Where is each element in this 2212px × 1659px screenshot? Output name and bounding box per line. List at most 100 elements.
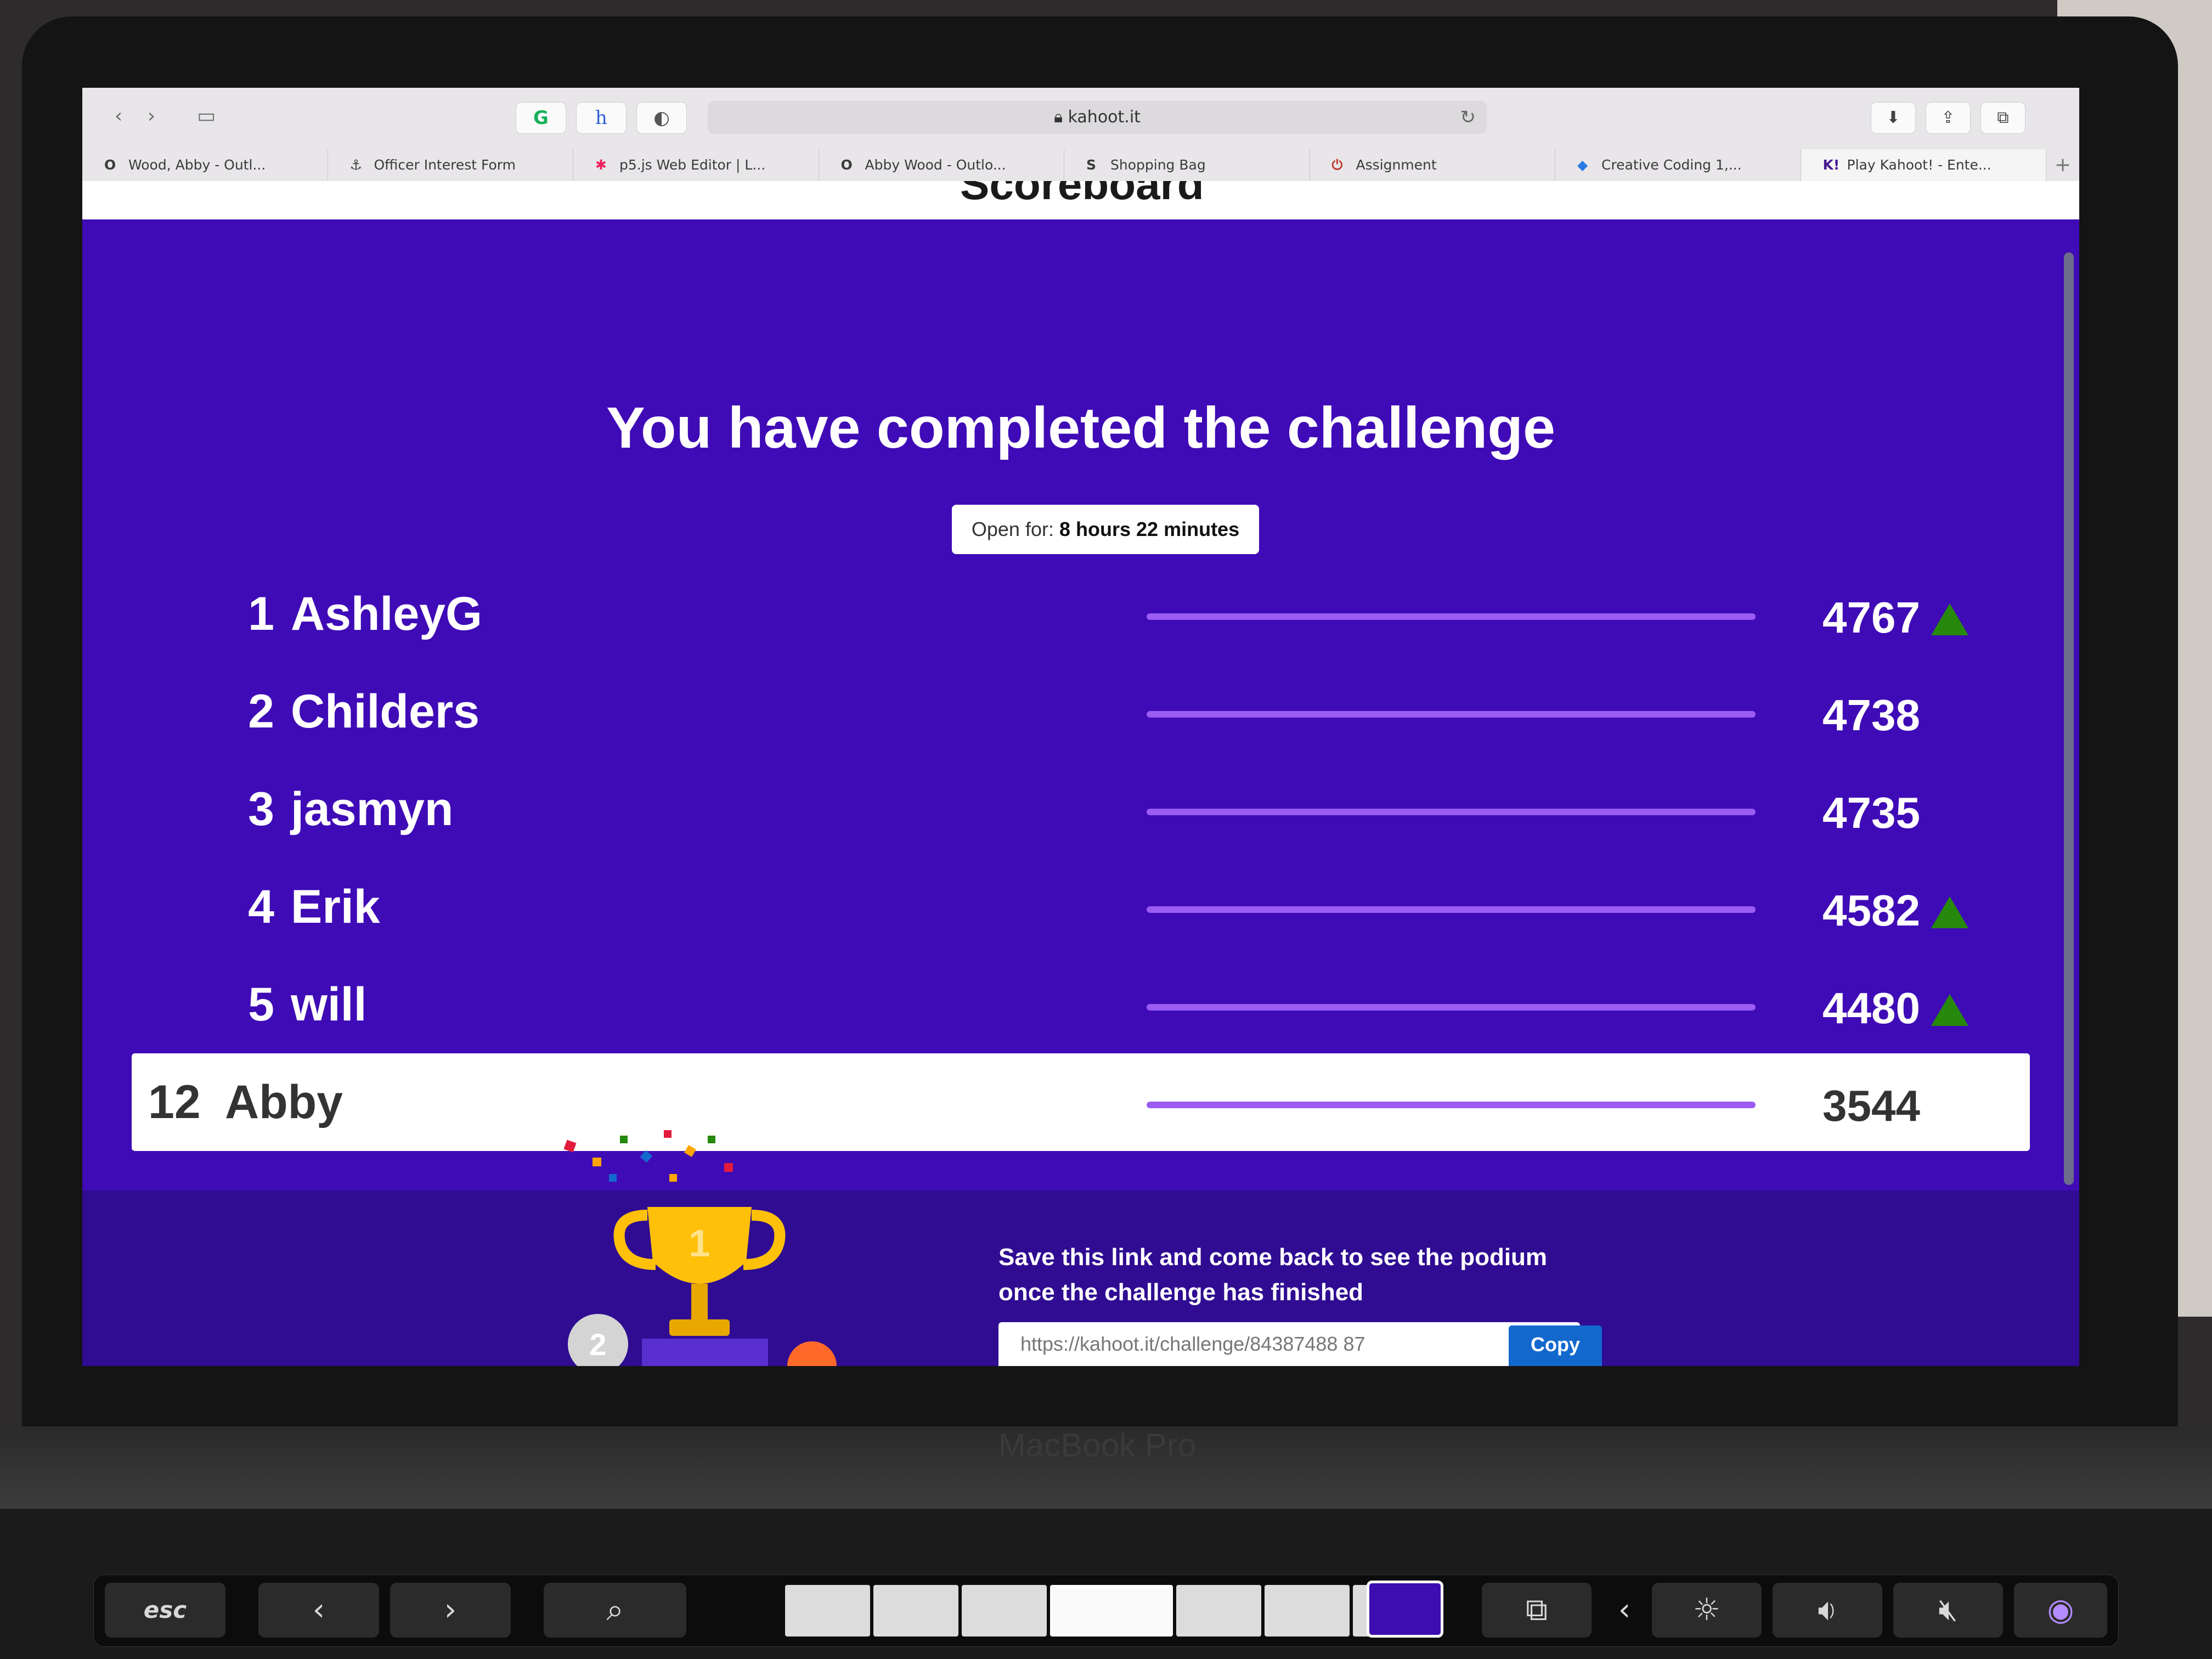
- share-icon[interactable]: ⇪: [1926, 102, 1971, 134]
- medal-number: 2: [589, 1327, 606, 1362]
- tab-label: Creative Coding 1,...: [1601, 157, 1742, 173]
- tab-outlook-2[interactable]: O Abby Wood - Outlo...: [819, 149, 1064, 181]
- score-bar: [1147, 809, 1756, 815]
- outlook-icon: O: [840, 157, 853, 173]
- player-name: will: [291, 978, 367, 1031]
- tab-assignment[interactable]: ⏻ Assignment: [1310, 149, 1555, 181]
- diamond-icon: ◆: [1577, 157, 1588, 173]
- kahoot-icon: K!: [1822, 157, 1840, 173]
- score: 4582: [1822, 886, 1920, 935]
- lock-icon: 🔒︎: [1054, 108, 1063, 127]
- privacy-extension-icon[interactable]: ◐: [636, 102, 687, 134]
- tab-thumbnail[interactable]: [1265, 1585, 1350, 1637]
- player-name: Childers: [291, 685, 480, 738]
- tab-thumbnail[interactable]: [1176, 1585, 1262, 1637]
- sidebar-toggle-icon[interactable]: ▭: [192, 102, 221, 131]
- browser-toolbar: ‹ › ▭ G h ◐ 🔒︎ kahoot.it ↻ ⬇ ⇪ ⧉ O Wood, …: [82, 88, 2079, 182]
- collapse-icon[interactable]: ‹: [1608, 1583, 1641, 1638]
- anchor-icon: ⚓: [349, 157, 362, 173]
- score: 3544: [1822, 1081, 1920, 1130]
- tab-officer-form[interactable]: ⚓ Officer Interest Form: [328, 149, 573, 181]
- trend-up-icon: [1931, 994, 1968, 1026]
- score-bar-fill: [1147, 613, 1756, 620]
- leaderboard-row-current-user: 12 Abby 3544: [132, 1053, 2030, 1151]
- esc-key[interactable]: esc: [105, 1583, 225, 1638]
- scrollbar-thumb[interactable]: [2064, 252, 2074, 1185]
- score-bar-fill: [1147, 809, 1756, 815]
- mute-icon[interactable]: 🔇︎: [1893, 1583, 2003, 1638]
- player-name: Abby: [225, 1076, 343, 1128]
- new-tab-icon[interactable]: +: [2046, 149, 2079, 181]
- tab-creative-coding[interactable]: ◆ Creative Coding 1,...: [1555, 149, 1801, 181]
- page-header: Scoreboard: [82, 181, 2079, 219]
- tab-label: Abby Wood - Outlo...: [865, 157, 1006, 173]
- score-bar-fill: [1147, 1004, 1756, 1011]
- save-text-line-2: once the challenge has finished: [998, 1279, 1364, 1306]
- downloads-icon[interactable]: ⬇: [1871, 102, 1916, 134]
- save-link-message: Save this link and come back to see the …: [998, 1240, 1712, 1310]
- p5-icon: ✱: [595, 157, 607, 173]
- back-icon[interactable]: ‹: [104, 102, 133, 131]
- score-bar-fill: [1147, 711, 1756, 718]
- score-bar-fill: [1147, 1102, 1756, 1108]
- tab-label: Play Kahoot! - Ente...: [1847, 157, 1991, 173]
- grammarly-extension-icon[interactable]: G: [516, 102, 566, 134]
- trophy-number: 1: [689, 1222, 710, 1265]
- leaderboard-row: 1 AshleyG 4767: [148, 565, 2013, 663]
- outlook-icon: O: [104, 157, 116, 173]
- new-tab-icon[interactable]: ⧉: [1482, 1583, 1592, 1638]
- kahoot-tab-thumbnail[interactable]: [1367, 1581, 1443, 1638]
- save-text-line-1: Save this link and come back to see the …: [998, 1244, 1548, 1271]
- shopping-icon: S: [1086, 157, 1097, 173]
- tab-kahoot[interactable]: K! Play Kahoot! - Ente...: [1801, 149, 2046, 181]
- address-bar[interactable]: 🔒︎ kahoot.it ↻: [708, 101, 1487, 134]
- tab-thumbnail[interactable]: [785, 1585, 870, 1637]
- score-bar: [1147, 711, 1756, 718]
- tab-thumbnails: [785, 1585, 1438, 1637]
- score: 4738: [1822, 691, 1920, 740]
- score: 4767: [1822, 593, 1920, 642]
- score-bar: [1147, 1004, 1756, 1011]
- open-for-value: 8 hours 22 minutes: [1059, 518, 1240, 540]
- reload-icon[interactable]: ↻: [1460, 101, 1476, 134]
- copy-button[interactable]: Copy: [1509, 1325, 1602, 1366]
- tab-label: Officer Interest Form: [374, 157, 516, 173]
- tab-overview-icon[interactable]: ⧉: [1980, 102, 2025, 134]
- score: 4480: [1822, 984, 1920, 1032]
- volume-icon[interactable]: 🔉︎: [1773, 1583, 1882, 1638]
- tab-outlook-1[interactable]: O Wood, Abby - Outl...: [82, 149, 328, 181]
- search-icon[interactable]: ⌕: [544, 1583, 686, 1638]
- trend-up-icon: [1931, 603, 1968, 635]
- rank: 5: [248, 978, 274, 1031]
- screen: ‹ › ▭ G h ◐ 🔒︎ kahoot.it ↻ ⬇ ⇪ ⧉ O Wood, …: [82, 88, 2079, 1366]
- podium-section: 1 2 Save this link and come back to see …: [82, 1130, 2079, 1366]
- back-icon[interactable]: ‹: [258, 1583, 379, 1638]
- leaderboard-row: 2 Childers 4738: [148, 663, 2013, 760]
- honey-extension-icon[interactable]: h: [576, 102, 627, 134]
- tab-p5js[interactable]: ✱ p5.js Web Editor | L...: [573, 149, 819, 181]
- tab-shopping-bag[interactable]: S Shopping Bag: [1064, 149, 1310, 181]
- siri-icon[interactable]: ◉: [2014, 1583, 2107, 1638]
- score-bar: [1147, 613, 1756, 620]
- laptop-brand: MacBook Pro: [998, 1427, 1197, 1464]
- tab-label: Assignment: [1356, 157, 1437, 173]
- challenge-link-field[interactable]: https://kahoot.it/challenge/84387488 87: [998, 1322, 1580, 1366]
- brightness-icon[interactable]: ☼: [1652, 1583, 1762, 1638]
- leaderboard-row: 5 will 4480: [148, 956, 2013, 1053]
- forward-icon[interactable]: ›: [390, 1583, 511, 1638]
- player-name: AshleyG: [291, 588, 482, 640]
- tab-label: Wood, Abby - Outl...: [128, 157, 266, 173]
- touch-bar: esc ‹ › ⌕ ⧉ ‹ ☼ 🔉︎ 🔇︎ ◉: [93, 1575, 2119, 1647]
- forward-icon[interactable]: ›: [137, 102, 166, 131]
- tab-thumbnail[interactable]: [961, 1585, 1047, 1637]
- rank: 12: [148, 1076, 201, 1128]
- rank: 3: [248, 783, 274, 836]
- trophy-illustration: 1 2: [563, 1130, 837, 1366]
- rank: 4: [248, 881, 274, 933]
- tab-thumbnail[interactable]: [873, 1585, 958, 1637]
- tab-thumbnail-selected[interactable]: [1049, 1585, 1173, 1637]
- tab-bar: O Wood, Abby - Outl... ⚓ Officer Interest …: [82, 149, 2079, 181]
- page-title: Scoreboard: [960, 181, 1204, 208]
- open-for-label: Open for:: [971, 518, 1054, 540]
- rank: 1: [248, 588, 274, 640]
